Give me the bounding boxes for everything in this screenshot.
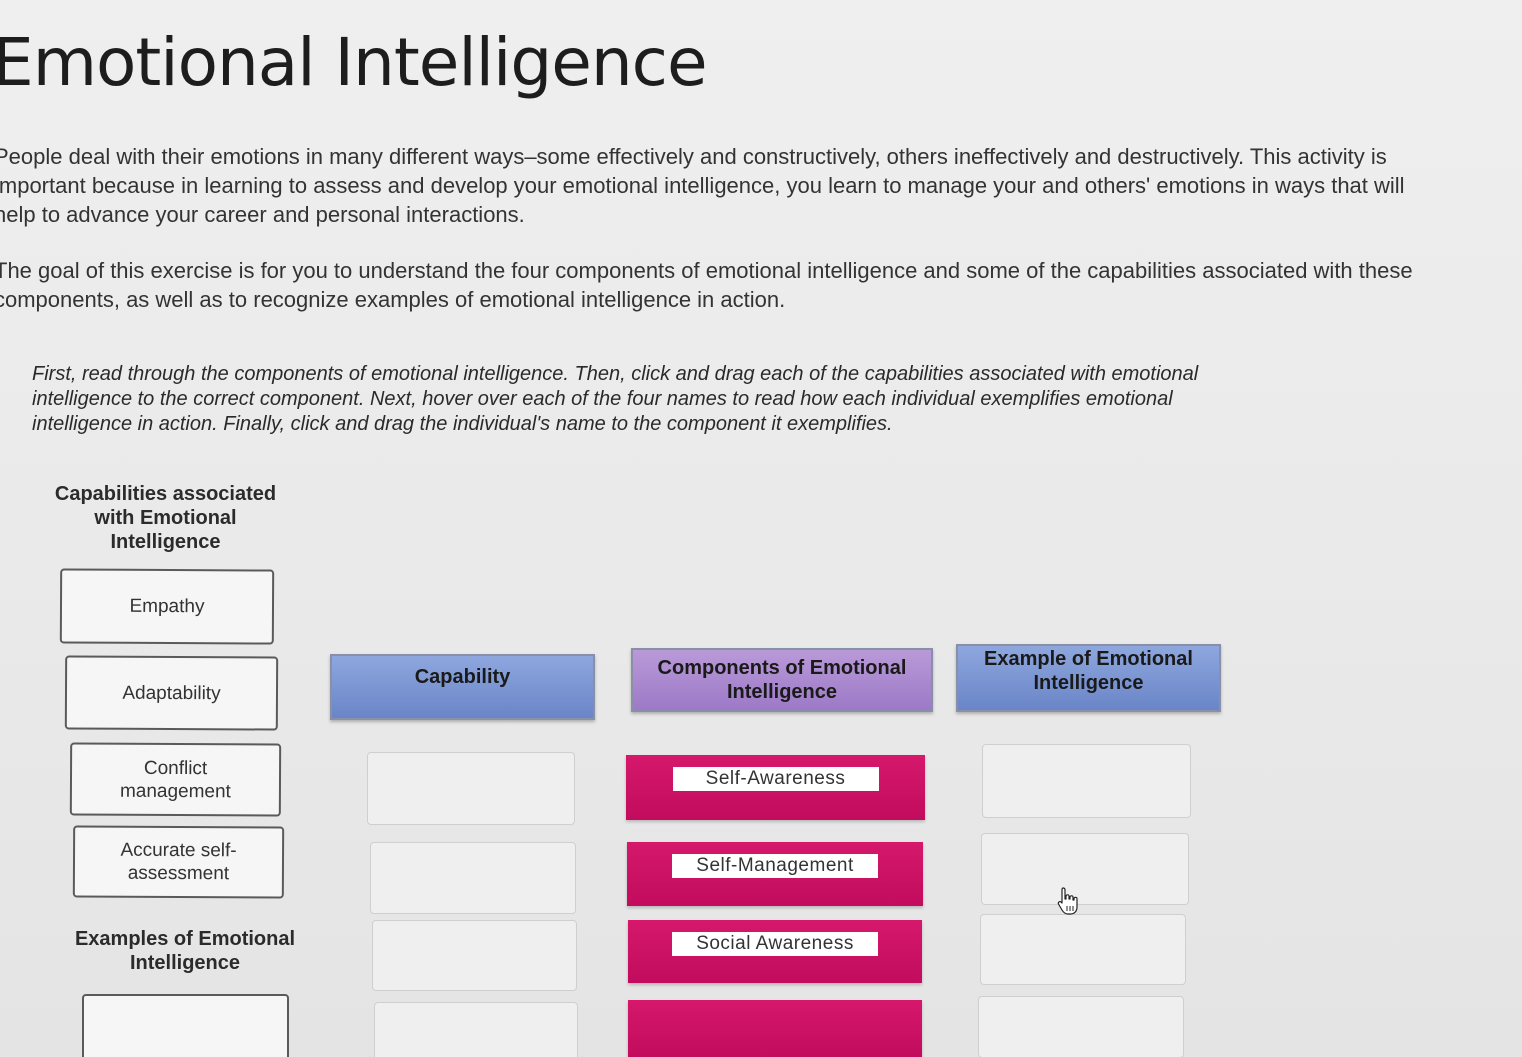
component-social-awareness: Social Awareness (628, 920, 922, 983)
example-column-header: Example of Emotional Intelligence (956, 644, 1221, 712)
example-header-label: Example of Emotional Intelligence (984, 648, 1193, 694)
activity-page: Emotional Intelligence People deal with … (0, 0, 1522, 1057)
example-drop-slot-3[interactable] (980, 914, 1186, 985)
capability-drop-slot-4[interactable] (374, 1002, 578, 1057)
capability-label: Accurate self-assessment (120, 839, 237, 885)
capability-label: Adaptability (122, 682, 221, 704)
capability-header-label: Capability (414, 666, 511, 688)
component-self-management: Self-Management (627, 842, 923, 906)
examples-heading: Examples of Emotional Intelligence (74, 928, 296, 974)
capability-drop-slot-2[interactable] (370, 842, 576, 914)
component-label: Self-Awareness (672, 767, 879, 791)
component-column-header: Components of Emotional Intelligence (631, 648, 933, 712)
capability-column-header: Capability (330, 654, 595, 720)
component-relationship-management (628, 1000, 922, 1057)
component-label: Social Awareness (672, 932, 878, 956)
example-drop-slot-2[interactable] (981, 833, 1189, 905)
capability-tile-conflict-management[interactable]: Conflict management (69, 742, 282, 817)
page-title: Emotional Intelligence (0, 24, 708, 101)
component-label: Self-Management (672, 854, 878, 878)
capability-tile-empathy[interactable]: Empathy (59, 568, 275, 645)
capability-tile-accurate-self-assessment[interactable]: Accurate self-assessment (72, 825, 285, 899)
example-drop-slot-1[interactable] (982, 744, 1191, 818)
capability-label: Empathy (129, 595, 205, 618)
intro-paragraph-1: People deal with their emotions in many … (0, 144, 1405, 227)
capability-tile-adaptability[interactable]: Adaptability (64, 655, 279, 731)
capability-label: Conflict management (119, 757, 231, 802)
example-name-tile[interactable] (82, 994, 289, 1057)
capabilities-heading: Capabilities associated with Emotional I… (54, 483, 277, 553)
capability-drop-slot-3[interactable] (372, 920, 577, 991)
instructions: First, read through the components of em… (32, 363, 1199, 435)
example-drop-slot-4[interactable] (978, 996, 1184, 1057)
intro-paragraph-2: The goal of this exercise is for you to … (0, 258, 1413, 312)
component-header-label: Components of Emotional Intelligence (657, 657, 907, 703)
component-self-awareness: Self-Awareness (626, 755, 925, 820)
capability-drop-slot-1[interactable] (367, 752, 575, 825)
hand-pointer-icon (1057, 887, 1078, 915)
